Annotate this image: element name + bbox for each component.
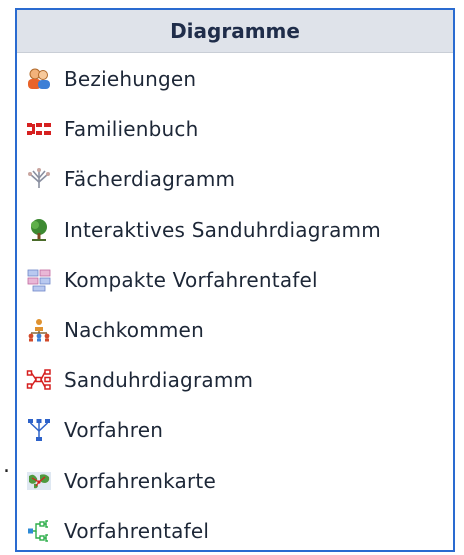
menu-item-label: Vorfahrenkarte: [64, 468, 216, 493]
people-icon: [26, 66, 52, 92]
stray-period: .: [3, 453, 10, 478]
menu-item-label: Vorfahrentafel: [64, 518, 210, 543]
menu-item-label: Interaktives Sanduhrdiagramm: [64, 217, 381, 242]
menu-header: Diagramme: [17, 10, 453, 53]
menu-item-label: Fächerdiagramm: [64, 167, 236, 192]
family-book-icon: [26, 116, 52, 142]
menu-item-beziehungen[interactable]: Beziehungen: [17, 54, 453, 104]
menu-item-vorfahren[interactable]: Vorfahren: [17, 405, 453, 455]
menu-item-interaktives-sanduhrdiagramm[interactable]: Interaktives Sanduhrdiagramm: [17, 205, 453, 255]
fan-chart-icon: [26, 166, 52, 192]
menu-item-label: Vorfahren: [64, 418, 164, 443]
menu-list: Beziehungen Familienbuch Fächerdiagramm …: [17, 54, 453, 550]
menu-item-familienbuch[interactable]: Familienbuch: [17, 104, 453, 154]
menu-item-label: Familienbuch: [64, 117, 199, 142]
menu-item-label: Sanduhrdiagramm: [64, 368, 254, 393]
menu-item-sanduhrdiagramm[interactable]: Sanduhrdiagramm: [17, 355, 453, 405]
menu-item-nachkommen[interactable]: Nachkommen: [17, 305, 453, 355]
pedigree-chart-icon: [26, 518, 52, 544]
menu-item-vorfahrentafel[interactable]: Vorfahrentafel: [17, 506, 453, 555]
screenshot-stage: . Diagramme Beziehungen Familienbuch Fäc…: [0, 0, 464, 555]
menu-item-label: Kompakte Vorfahrentafel: [64, 267, 318, 292]
ancestors-icon: [26, 417, 52, 443]
menu-item-vorfahrenkarte[interactable]: Vorfahrenkarte: [17, 456, 453, 506]
menu-item-kompakte-vorfahrentafel[interactable]: Kompakte Vorfahrentafel: [17, 255, 453, 305]
menu-item-label: Beziehungen: [64, 67, 197, 92]
tree-icon: [26, 217, 52, 243]
ancestor-map-icon: [26, 468, 52, 494]
diagram-menu: Diagramme Beziehungen Familienbuch Fäche…: [15, 8, 455, 552]
descendants-icon: [26, 317, 52, 343]
compact-chart-icon: [26, 267, 52, 293]
menu-item-faecherdiagramm[interactable]: Fächerdiagramm: [17, 154, 453, 204]
hourglass-chart-icon: [26, 367, 52, 393]
menu-item-label: Nachkommen: [64, 318, 204, 343]
